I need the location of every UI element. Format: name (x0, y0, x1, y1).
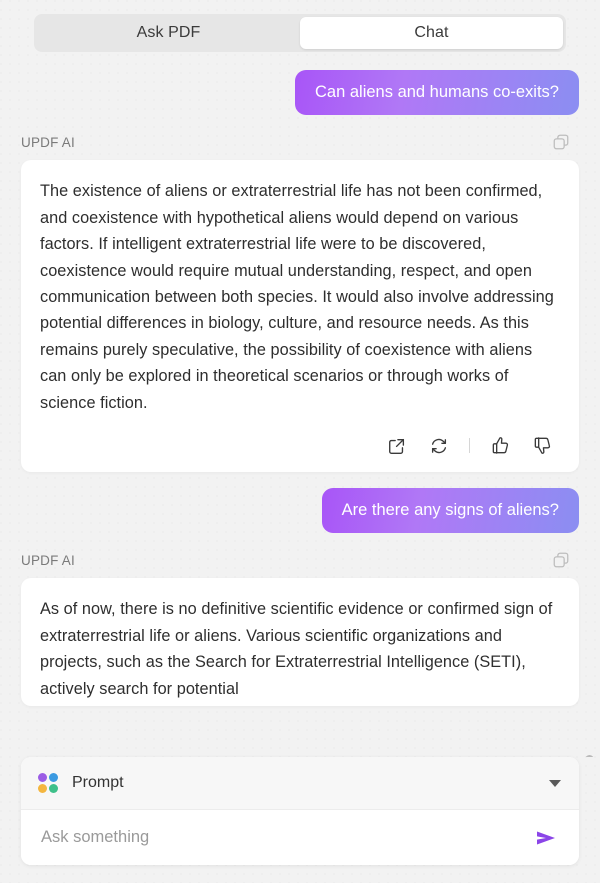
message-assistant-1: UPDF AI The existence of aliens or extra… (21, 131, 579, 472)
assistant-name: UPDF AI (21, 552, 75, 568)
tab-ask-pdf-label: Ask PDF (136, 24, 201, 41)
copy-icon[interactable] (550, 131, 572, 153)
tab-chat-label: Chat (414, 24, 449, 41)
thumbs-up-icon[interactable] (488, 434, 512, 458)
send-icon[interactable] (529, 823, 563, 853)
four-dots-icon (38, 773, 58, 793)
thumbs-down-icon[interactable] (530, 434, 554, 458)
assistant-header: UPDF AI (21, 131, 579, 160)
composer-input-row (21, 810, 579, 865)
prompt-selector[interactable]: Prompt (21, 757, 579, 810)
prompt-label: Prompt (72, 774, 124, 791)
conversation-scroll-area[interactable]: Can aliens and humans co-exits? UPDF AI … (0, 52, 600, 757)
copy-icon[interactable] (550, 549, 572, 571)
tab-ask-pdf[interactable]: Ask PDF (37, 17, 300, 49)
assistant-card: The existence of aliens or extraterrestr… (21, 160, 579, 472)
composer: Prompt (21, 757, 579, 865)
tabbar-container: Ask PDF Chat (0, 0, 600, 52)
ai-chat-panel: Ask PDF Chat Can aliens and humans co-ex… (0, 0, 600, 883)
assistant-card: As of now, there is no definitive scient… (21, 578, 579, 706)
message-user-2: Are there any signs of aliens? (21, 487, 579, 534)
assistant-name: UPDF AI (21, 134, 75, 150)
message-assistant-2: UPDF AI As of now, there is no definitiv… (21, 549, 579, 706)
refresh-icon[interactable] (427, 434, 451, 458)
chevron-down-icon[interactable] (549, 779, 561, 787)
tabbar: Ask PDF Chat (34, 14, 566, 52)
message-user-1: Can aliens and humans co-exits? (21, 70, 579, 116)
assistant-actions (40, 416, 560, 458)
assistant-text: As of now, there is no definitive scient… (40, 600, 553, 698)
scrollbar-track[interactable] (584, 52, 594, 757)
assistant-header: UPDF AI (21, 549, 579, 578)
conversation-list: Can aliens and humans co-exits? UPDF AI … (0, 52, 600, 706)
user-bubble: Are there any signs of aliens? (321, 487, 579, 534)
actions-divider (469, 438, 470, 454)
assistant-text: The existence of aliens or extraterrestr… (40, 182, 554, 412)
external-link-icon[interactable] (385, 434, 409, 458)
ask-input[interactable] (39, 827, 529, 848)
tab-chat[interactable]: Chat (300, 17, 563, 49)
user-bubble: Can aliens and humans co-exits? (295, 70, 579, 116)
scrollbar-thumb[interactable] (585, 755, 594, 757)
